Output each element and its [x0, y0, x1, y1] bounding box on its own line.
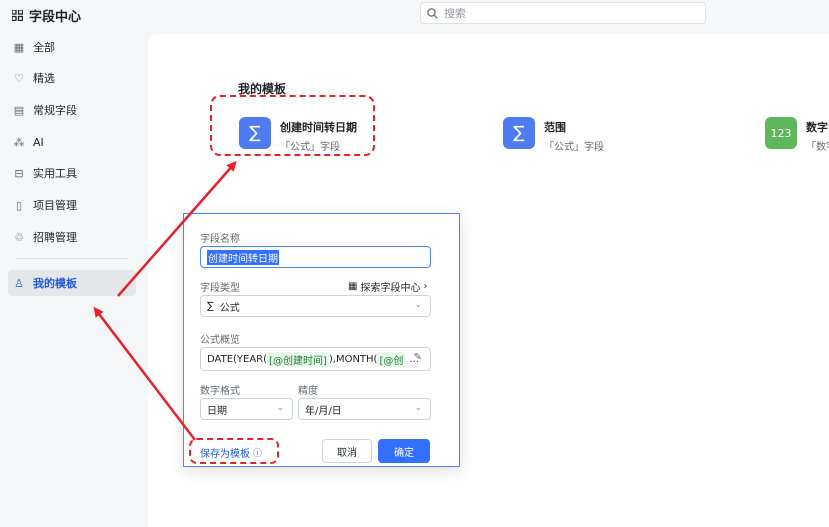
template-card[interactable]: ∑ 范围 「公式」字段: [503, 117, 604, 153]
sidebar-item-label: AI: [33, 135, 44, 149]
chevron-down-icon: ⌄: [276, 403, 284, 413]
sidebar-item-recruit[interactable]: ♲ 招聘管理: [8, 224, 136, 250]
heart-icon: ♡: [14, 71, 24, 85]
explore-link-text: 探索字段中心: [360, 283, 421, 294]
grid-icon: ▦: [13, 40, 25, 54]
sidebar-divider: [16, 258, 128, 259]
formula-icon: ∑: [503, 117, 535, 149]
project-icon: ▯: [15, 198, 23, 212]
sidebar-item-label: 实用工具: [33, 167, 77, 180]
confirm-button[interactable]: 确定: [378, 439, 430, 463]
card-name: 数字: [806, 121, 828, 134]
field-name-label: 字段名称: [200, 234, 240, 245]
precision-select[interactable]: 年/月/日 ⌄: [298, 398, 431, 420]
search-placeholder: 搜索: [444, 7, 466, 20]
field-settings-dialog: 字段名称 创建时间转日期 字段类型 ▦ 探索字段中心 › ∑ 公式 ⌄ 公式概览…: [183, 213, 460, 467]
number-format-value: 日期: [207, 405, 227, 417]
annotation-highlight-save: [189, 438, 279, 464]
template-card[interactable]: ∑ 创建时间转日期 「公式」字段: [239, 117, 357, 153]
sidebar-item-label: 招聘管理: [33, 231, 77, 244]
precision-label: 精度: [298, 386, 318, 397]
number-format-label: 数字格式: [200, 386, 240, 397]
sidebar-item-all[interactable]: ▦ 全部: [8, 34, 136, 60]
field-type-label: 字段类型: [200, 283, 240, 294]
field-type-select[interactable]: ∑ 公式 ⌄: [200, 295, 431, 317]
sidebar-item-project[interactable]: ▯ 项目管理: [8, 192, 136, 218]
chevron-down-icon: ⌄: [414, 300, 422, 310]
sidebar-item-my-templates[interactable]: ♙ 我的模板: [8, 270, 136, 296]
cancel-button[interactable]: 取消: [322, 439, 372, 463]
top-bar: 字段中心 搜索: [0, 0, 829, 30]
field-name-input[interactable]: 创建时间转日期: [200, 246, 431, 268]
field-type-value: 公式: [219, 302, 240, 314]
sidebar-item-featured[interactable]: ♡ 精选: [8, 65, 136, 91]
precision-value: 年/月/日: [305, 405, 342, 417]
user-icon: ♙: [14, 276, 24, 290]
card-subtitle: 「公式」字段: [544, 142, 604, 153]
app-title: 字段中心: [12, 6, 81, 25]
edit-pencil-icon[interactable]: ✎: [414, 352, 422, 363]
sidebar-item-label: 全部: [33, 41, 55, 54]
app-grid-icon: [12, 10, 23, 21]
sigma-icon: ∑: [207, 300, 214, 312]
number-icon: 123: [765, 117, 797, 149]
formula-text: ),MONTH(: [328, 353, 378, 365]
app-title-text: 字段中心: [29, 10, 82, 25]
search-icon: [427, 7, 438, 19]
ai-icon: ⁂: [13, 135, 25, 149]
chevron-right-icon: ›: [423, 281, 428, 292]
sidebar-item-label: 我的模板: [33, 277, 77, 290]
recruit-icon: ♲: [14, 230, 24, 244]
formula-overview-field[interactable]: DATE(YEAR( [@创建时间] ),MONTH( [@创 ... ✎: [200, 347, 431, 371]
formula-overview-label: 公式概览: [200, 335, 240, 346]
formula-icon: ∑: [239, 117, 271, 149]
field-name-value: 创建时间转日期: [207, 249, 279, 265]
formula-text: DATE(YEAR(: [207, 353, 268, 365]
sidebar-item-tools[interactable]: ⊟ 实用工具: [8, 160, 136, 186]
sidebar-item-label: 精选: [33, 72, 55, 85]
chevron-down-icon: ⌄: [414, 403, 422, 413]
sidebar-item-regular[interactable]: ▤ 常规字段: [8, 97, 136, 123]
sidebar-item-label: 项目管理: [33, 199, 77, 212]
formula-field-tag: [@创: [377, 351, 406, 367]
explore-field-center-link[interactable]: ▦ 探索字段中心 ›: [348, 279, 427, 294]
card-name: 范围: [544, 121, 566, 134]
search-input[interactable]: 搜索: [420, 2, 706, 24]
template-card[interactable]: 123 数字 「数字: [765, 117, 829, 153]
card-subtitle: 「数字: [806, 142, 829, 153]
sidebar: ▦ 全部 ♡ 精选 ▤ 常规字段 ⁂ AI ⊟ 实用工具 ▯ 项目管理 ♲ 招聘…: [0, 30, 148, 527]
grid-icon: ▦: [348, 281, 358, 292]
sidebar-item-ai[interactable]: ⁂ AI: [8, 129, 136, 155]
formula-field-tag: [@创建时间]: [267, 351, 329, 367]
card-subtitle: 「公式」字段: [280, 142, 340, 153]
number-format-select[interactable]: 日期 ⌄: [200, 398, 293, 420]
sidebar-item-label: 常规字段: [33, 104, 77, 117]
form-icon: ▤: [13, 103, 25, 117]
card-name: 创建时间转日期: [280, 121, 357, 134]
toolbox-icon: ⊟: [14, 166, 24, 180]
